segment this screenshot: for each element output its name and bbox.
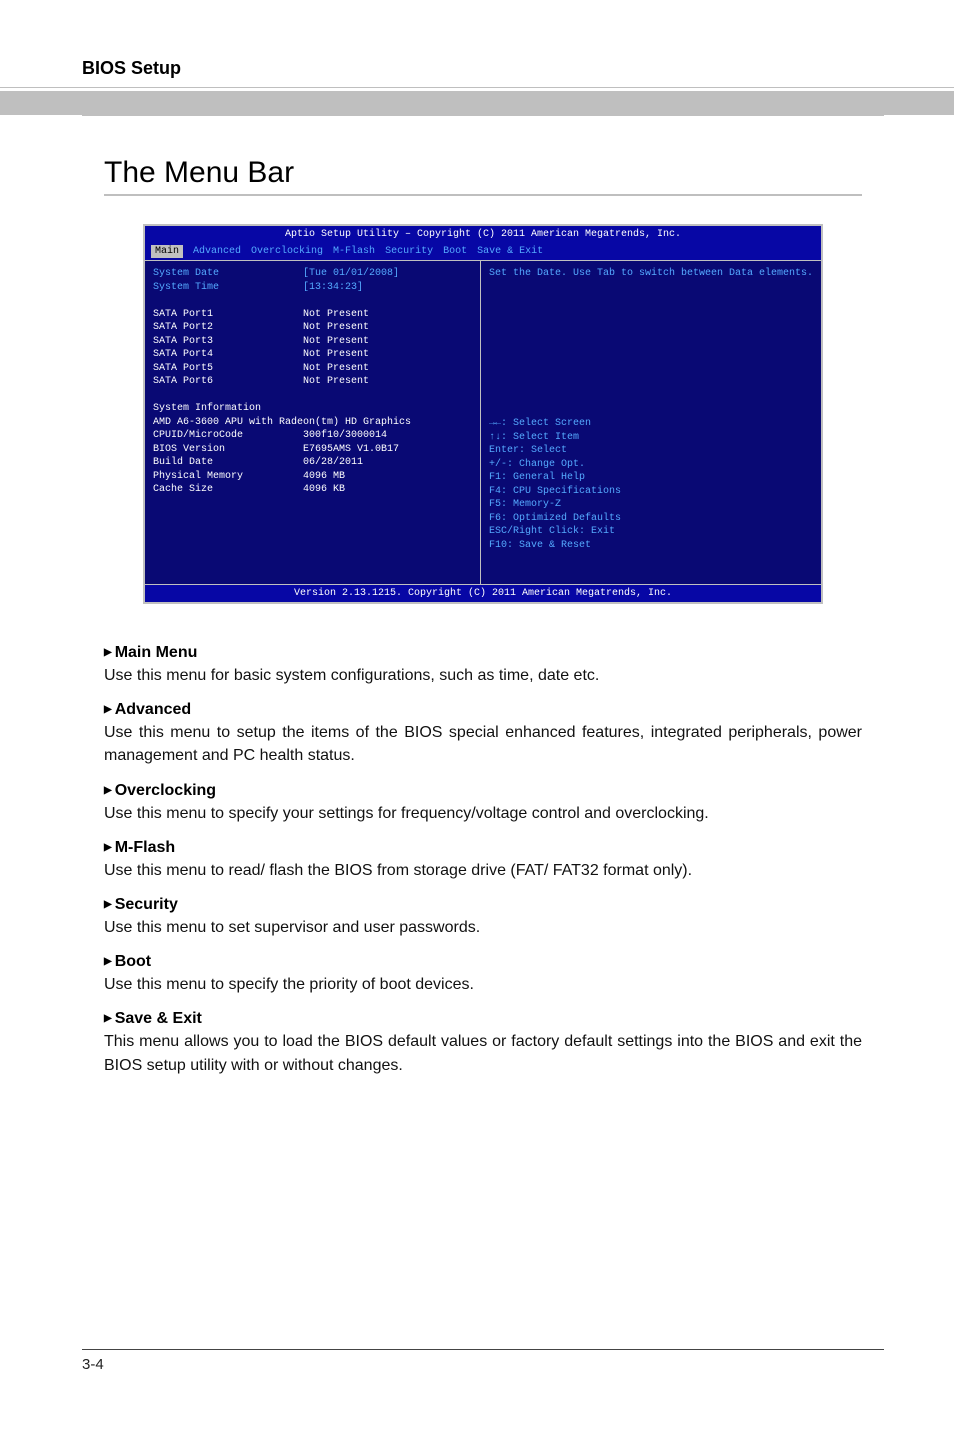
menu-item-title: Advanced xyxy=(104,701,862,719)
menu-item: Advanced Use this menu to setup the items… xyxy=(104,701,862,767)
bios-screenshot: Aptio Setup Utility – Copyright (C) 2011… xyxy=(143,224,823,604)
bios-key-hint: Enter: Select xyxy=(489,444,813,458)
bios-key-hint: ↑↓: Select Item xyxy=(489,431,813,445)
bios-tab-overclocking[interactable]: Overclocking xyxy=(251,245,323,259)
menu-item-desc: Use this menu for basic system configura… xyxy=(104,664,862,687)
bios-tab-boot[interactable]: Boot xyxy=(443,245,467,259)
bios-key-hint: F4: CPU Specifications xyxy=(489,485,813,499)
bios-row: SATA Port4Not Present xyxy=(153,348,472,362)
bios-left-pane: System Date[Tue 01/01/2008]System Time[1… xyxy=(145,261,481,584)
page-title: The Menu Bar xyxy=(104,156,862,190)
menu-item-title: Security xyxy=(104,896,862,914)
menu-item-title: Main Menu xyxy=(104,644,862,662)
bios-row: SATA Port1Not Present xyxy=(153,308,472,322)
menu-item-desc: Use this menu to setup the items of the … xyxy=(104,721,862,767)
menu-item: Boot Use this menu to specify the priorit… xyxy=(104,953,862,996)
bios-sysinfo-header: System Information xyxy=(153,402,472,416)
bios-key-hint: F6: Optimized Defaults xyxy=(489,512,813,526)
bios-tabs: Main Advanced Overclocking M-Flash Security B… xyxy=(145,244,821,261)
menu-item-title: Save & Exit xyxy=(104,1010,862,1028)
bios-help-text: Set the Date. Use Tab to switch between … xyxy=(481,261,821,353)
bios-row: System Date[Tue 01/01/2008] xyxy=(153,267,472,281)
bios-help-line: Set the Date. Use Tab to switch between … xyxy=(489,267,813,281)
bios-row: Build Date06/28/2011 xyxy=(153,456,472,470)
menu-item: M-Flash Use this menu to read/ flash the … xyxy=(104,839,862,882)
menu-descriptions: Main Menu Use this menu for basic system … xyxy=(104,644,862,1077)
menu-item-desc: Use this menu to read/ flash the BIOS fr… xyxy=(104,859,862,882)
menu-item: Save & Exit This menu allows you to load … xyxy=(104,1010,862,1076)
bios-tab-security[interactable]: Security xyxy=(385,245,433,259)
header-band xyxy=(0,91,954,115)
page-footer: 3-4 xyxy=(82,1349,884,1374)
bios-key-help: →←: Select Screen↑↓: Select ItemEnter: S… xyxy=(481,411,821,583)
content: The Menu Bar Aptio Setup Utility – Copyr… xyxy=(82,115,884,1077)
bios-tab-save-exit[interactable]: Save & Exit xyxy=(477,245,543,259)
bios-key-hint: +/-: Change Opt. xyxy=(489,458,813,472)
menu-item-desc: Use this menu to set supervisor and user… xyxy=(104,916,862,939)
menu-item: Overclocking Use this menu to specify you… xyxy=(104,782,862,825)
bios-row: System Time[13:34:23] xyxy=(153,281,472,295)
bios-key-hint: ESC/Right Click: Exit xyxy=(489,525,813,539)
bios-key-hint: F1: General Help xyxy=(489,471,813,485)
bios-row: SATA Port5Not Present xyxy=(153,362,472,376)
bios-row: Cache Size4096 KB xyxy=(153,483,472,497)
bios-right-pane: Set the Date. Use Tab to switch between … xyxy=(481,261,821,584)
menu-item-title: M-Flash xyxy=(104,839,862,857)
page: BIOS Setup The Menu Bar Aptio Setup Util… xyxy=(0,0,954,1432)
bios-key-hint: →←: Select Screen xyxy=(489,417,813,431)
bios-key-hint: F5: Memory-Z xyxy=(489,498,813,512)
bios-row: SATA Port3Not Present xyxy=(153,335,472,349)
bios-tab-main[interactable]: Main xyxy=(151,245,183,259)
bios-footer: Version 2.13.1215. Copyright (C) 2011 Am… xyxy=(145,584,821,603)
bios-tab-m-flash[interactable]: M-Flash xyxy=(333,245,375,259)
menu-item: Main Menu Use this menu for basic system … xyxy=(104,644,862,687)
bios-row: Physical Memory4096 MB xyxy=(153,470,472,484)
menu-item-title: Boot xyxy=(104,953,862,971)
menu-item-desc: Use this menu to specify the priority of… xyxy=(104,973,862,996)
bios-row: BIOS VersionE7695AMS V1.0B17 xyxy=(153,443,472,457)
title-rule xyxy=(104,194,862,196)
bios-cpu-name: AMD A6-3600 APU with Radeon(tm) HD Graph… xyxy=(153,416,472,430)
menu-item: Security Use this menu to set supervisor … xyxy=(104,896,862,939)
page-number: 3-4 xyxy=(82,1356,104,1373)
menu-item-desc: This menu allows you to load the BIOS de… xyxy=(104,1030,862,1076)
menu-item-desc: Use this menu to specify your settings f… xyxy=(104,802,862,825)
bios-body: System Date[Tue 01/01/2008]System Time[1… xyxy=(145,260,821,584)
section-header: BIOS Setup xyxy=(82,58,884,79)
bios-key-hint: F10: Save & Reset xyxy=(489,539,813,553)
bios-row: SATA Port6Not Present xyxy=(153,375,472,389)
bios-row: SATA Port2Not Present xyxy=(153,321,472,335)
bios-titlebar: Aptio Setup Utility – Copyright (C) 2011… xyxy=(145,226,821,244)
bios-tab-advanced[interactable]: Advanced xyxy=(193,245,241,259)
bios-row: CPUID/MicroCode300f10/3000014 xyxy=(153,429,472,443)
menu-item-title: Overclocking xyxy=(104,782,862,800)
